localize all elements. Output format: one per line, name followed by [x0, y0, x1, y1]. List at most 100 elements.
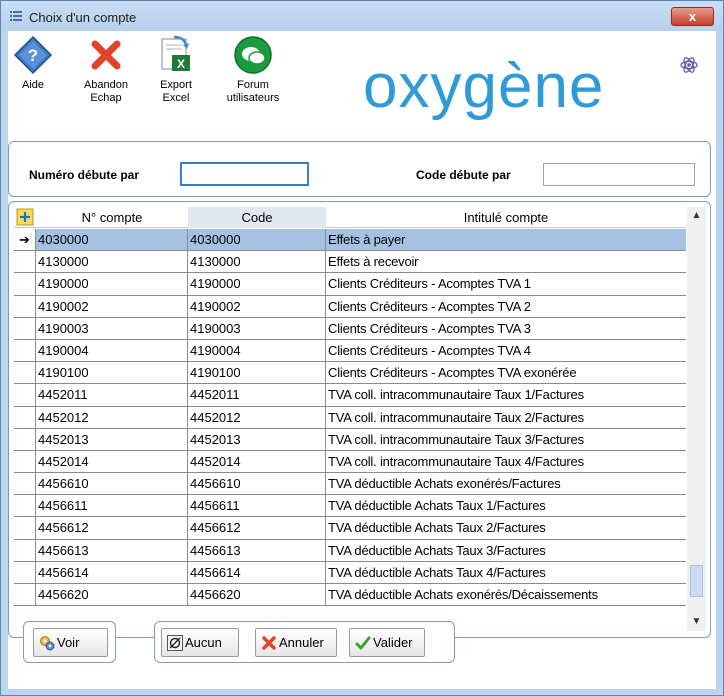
table-row[interactable]: 4190004 4190004 Clients Créditeurs - Acomp…: [14, 339, 686, 363]
account-number-cell: 4456611: [36, 495, 188, 517]
voir-button[interactable]: Voir: [33, 628, 108, 657]
account-number-cell: 4190004: [36, 339, 188, 362]
account-label-cell: Clients Créditeurs - Acomptes TVA 2: [328, 298, 531, 314]
table-row[interactable]: 4452013 4452013 TVA coll. intracommunautai…: [14, 428, 686, 451]
table-row[interactable]: 4190000 4190000 Clients Créditeurs - Acomp…: [14, 273, 686, 296]
cancel-x-icon: [262, 636, 276, 650]
table-row[interactable]: 4456610 4456610 TVA déductible Achats exon…: [14, 473, 686, 496]
atom-icon: [680, 57, 698, 73]
abandon-label-line2: Echap: [90, 92, 122, 104]
help-diamond-icon: ?: [13, 35, 53, 75]
table-row[interactable]: 4456613 4456613 TVA déductible Achats Taux…: [14, 539, 686, 562]
table-row[interactable]: ➔ 4030000 4030000 Effets à payer: [14, 229, 686, 252]
annuler-label: Annuler: [279, 635, 324, 650]
window-list-icon: [10, 11, 22, 21]
column-header-intitule[interactable]: Intitulé compte: [326, 207, 686, 228]
account-number-cell: 4456620: [36, 584, 188, 606]
empty-set-icon: [167, 635, 183, 651]
forum-button[interactable]: Forum utilisateurs: [216, 35, 290, 105]
account-label-cell: TVA coll. intracommunautaire Taux 1/Fact…: [328, 387, 584, 403]
view-settings-icon: [40, 636, 55, 651]
table-row[interactable]: 4456614 4456614 TVA déductible Achats Taux…: [14, 561, 686, 584]
row-indicator: [14, 584, 36, 606]
account-code-cell: 4456611: [188, 495, 326, 517]
help-label: Aide: [21, 79, 45, 91]
account-number-cell: 4130000: [36, 251, 188, 273]
code-input[interactable]: [543, 163, 695, 186]
row-indicator: [14, 473, 36, 495]
export-label-line2: Excel: [162, 92, 190, 104]
window-title: Choix d'un compte: [29, 10, 137, 25]
row-indicator: [14, 495, 36, 517]
account-label-cell: TVA déductible Achats exonérés/Factures: [328, 476, 561, 492]
vertical-scrollbar[interactable]: ▲ ▼: [687, 207, 706, 631]
account-code-cell: 4190004: [188, 339, 326, 362]
row-indicator: [14, 295, 36, 317]
account-code-cell: 4452013: [188, 428, 326, 450]
logo-text: oxygène: [363, 53, 604, 121]
row-indicator: [14, 317, 36, 339]
scroll-thumb[interactable]: [690, 565, 703, 597]
account-number-cell: 4190000: [36, 273, 188, 295]
account-code-cell: 4190003: [188, 317, 326, 339]
column-header-numero[interactable]: N° compte: [36, 207, 188, 228]
account-label-cell: TVA coll. intracommunautaire Taux 2/Fact…: [328, 409, 584, 425]
account-label-cell: TVA déductible Achats Taux 3/Factures: [328, 542, 546, 558]
row-indicator: [14, 406, 36, 428]
account-label-cell: Clients Créditeurs - Acomptes TVA 3: [328, 320, 531, 336]
table-row[interactable]: 4190002 4190002 Clients Créditeurs - Acomp…: [14, 295, 686, 318]
account-number-cell: 4190003: [36, 317, 188, 339]
row-indicator: [14, 273, 36, 295]
forum-chat-icon: [234, 36, 272, 74]
abandon-button[interactable]: Abandon Echap: [76, 35, 136, 105]
dialog-content: ? Aide Abandon Echap X Export Excel Foru…: [8, 31, 716, 689]
scroll-up-icon[interactable]: ▲: [687, 207, 706, 225]
close-button[interactable]: x: [671, 7, 714, 26]
abandon-label-line1: Abandon: [83, 79, 129, 91]
table-row[interactable]: 4452011 4452011 TVA coll. intracommunautai…: [14, 384, 686, 407]
title-bar[interactable]: Choix d'un compte x: [1, 1, 723, 31]
table-row[interactable]: 4190100 4190100 Clients Créditeurs - Acomp…: [14, 362, 686, 385]
table-row[interactable]: 4456611 4456611 TVA déductible Achats Taux…: [14, 495, 686, 518]
table-row[interactable]: 4452012 4452012 TVA coll. intracommunautai…: [14, 406, 686, 429]
voir-label: Voir: [57, 635, 80, 650]
dialog-window: Choix d'un compte x ? Aide Abandon Echap: [0, 0, 724, 696]
table-row[interactable]: 4190003 4190003 Clients Créditeurs - Acomp…: [14, 317, 686, 340]
account-code-cell: 4190000: [188, 273, 326, 295]
scroll-down-icon[interactable]: ▼: [687, 613, 706, 631]
view-button-group: Voir: [23, 621, 116, 663]
filter-panel: Numéro débute par Code débute par: [8, 141, 711, 197]
oxygene-logo: oxygène: [363, 53, 698, 121]
table-row[interactable]: 4456620 4456620 TVA déductible Achats exon…: [14, 584, 686, 607]
column-header-code[interactable]: Code: [188, 207, 326, 228]
row-indicator: [14, 428, 36, 450]
account-number-cell: 4452012: [36, 406, 188, 428]
account-label-cell: Clients Créditeurs - Acomptes TVA 1: [328, 276, 531, 292]
accounts-grid-panel: N° compte Code Intitulé compte ➔ 4030000 4…: [8, 201, 711, 638]
help-button[interactable]: ? Aide: [8, 35, 58, 92]
table-row[interactable]: 4130000 4130000 Effets à recevoir: [14, 251, 686, 274]
annuler-button[interactable]: Annuler: [255, 628, 337, 657]
table-row[interactable]: 4456612 4456612 TVA déductible Achats Taux…: [14, 517, 686, 540]
valider-button[interactable]: Valider: [349, 628, 425, 657]
account-label-cell: Effets à recevoir: [328, 254, 419, 270]
red-x-icon: [91, 40, 121, 70]
forum-label-line2: utilisateurs: [226, 92, 280, 104]
table-row[interactable]: 4452014 4452014 TVA coll. intracommunautai…: [14, 450, 686, 474]
add-column-button[interactable]: [14, 207, 36, 228]
code-label: Code débute par: [416, 168, 511, 182]
export-excel-button[interactable]: X Export Excel: [148, 35, 204, 105]
excel-export-icon: X: [161, 35, 190, 71]
checkmark-icon: [355, 636, 371, 650]
account-label-cell: TVA déductible Achats Taux 1/Factures: [328, 498, 546, 514]
plus-icon: [16, 208, 34, 226]
account-label-cell: TVA coll. intracommunautaire Taux 3/Fact…: [328, 431, 584, 447]
numero-input[interactable]: [180, 162, 309, 186]
row-indicator: [14, 539, 36, 561]
account-label-cell: Clients Créditeurs - Acomptes TVA 4: [328, 342, 531, 358]
forum-label-line1: Forum: [237, 79, 269, 91]
aucun-button[interactable]: Aucun: [161, 628, 239, 657]
account-code-cell: 4130000: [188, 251, 326, 273]
grid-header: N° compte Code Intitulé compte: [14, 207, 686, 228]
row-indicator: [14, 450, 36, 473]
